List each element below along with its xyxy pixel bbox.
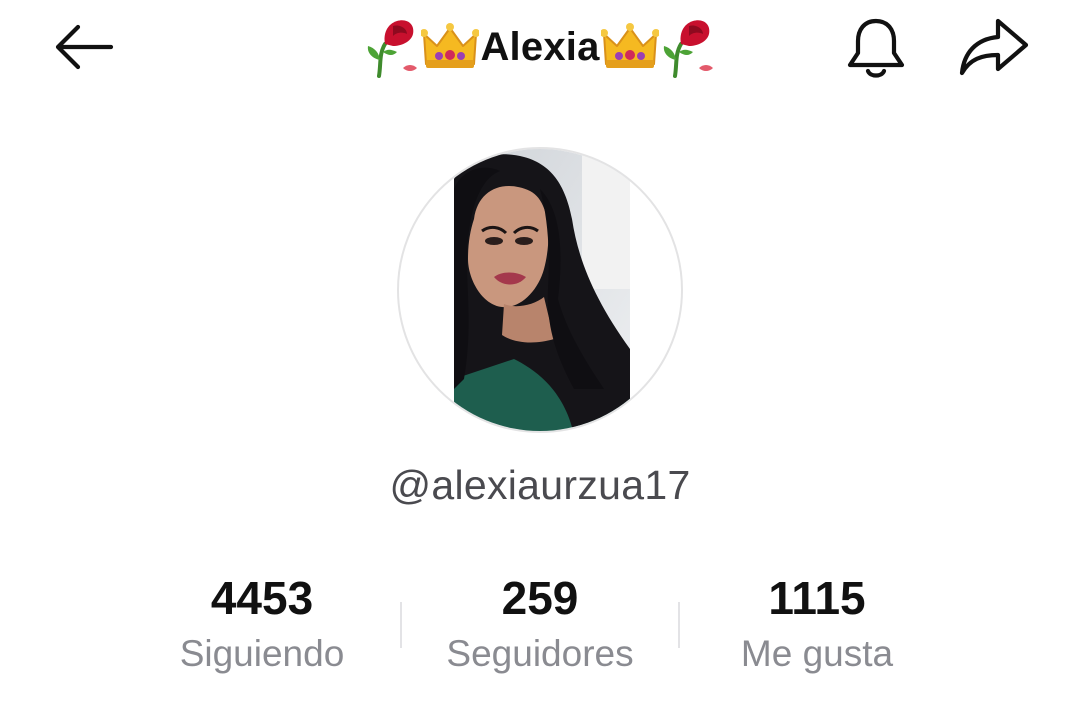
profile-title: Alexia: [0, 14, 1080, 80]
following-count: 4453: [210, 572, 314, 624]
bell-icon: [847, 18, 905, 78]
likes-count: 1115: [768, 572, 866, 624]
share-arrow-icon: [959, 18, 1029, 76]
rose-icon: [363, 16, 421, 78]
stat-divider: [678, 602, 680, 648]
crown-icon: [600, 22, 659, 72]
stat-following[interactable]: 4453 Siguiendo: [142, 568, 382, 678]
avatar[interactable]: [397, 147, 683, 433]
stat-likes[interactable]: 1115 Me gusta: [697, 568, 937, 678]
profile-photo: [454, 149, 630, 431]
crown-icon: [421, 22, 480, 72]
followers-label: Seguidores: [446, 633, 634, 674]
following-label: Siguiendo: [179, 633, 345, 674]
likes-label: Me gusta: [740, 633, 894, 674]
rose-icon: [659, 16, 717, 78]
stat-followers[interactable]: 259 Seguidores: [420, 568, 660, 678]
profile-page: Alexia @alexiaurzua17 4453 Siguiendo 259…: [0, 0, 1080, 710]
stat-divider: [400, 602, 402, 648]
notifications-button[interactable]: [838, 10, 914, 86]
followers-count: 259: [501, 572, 579, 624]
username: @alexiaurzua17: [389, 462, 691, 508]
profile-display-name: Alexia: [480, 24, 600, 69]
share-button[interactable]: [952, 12, 1036, 82]
